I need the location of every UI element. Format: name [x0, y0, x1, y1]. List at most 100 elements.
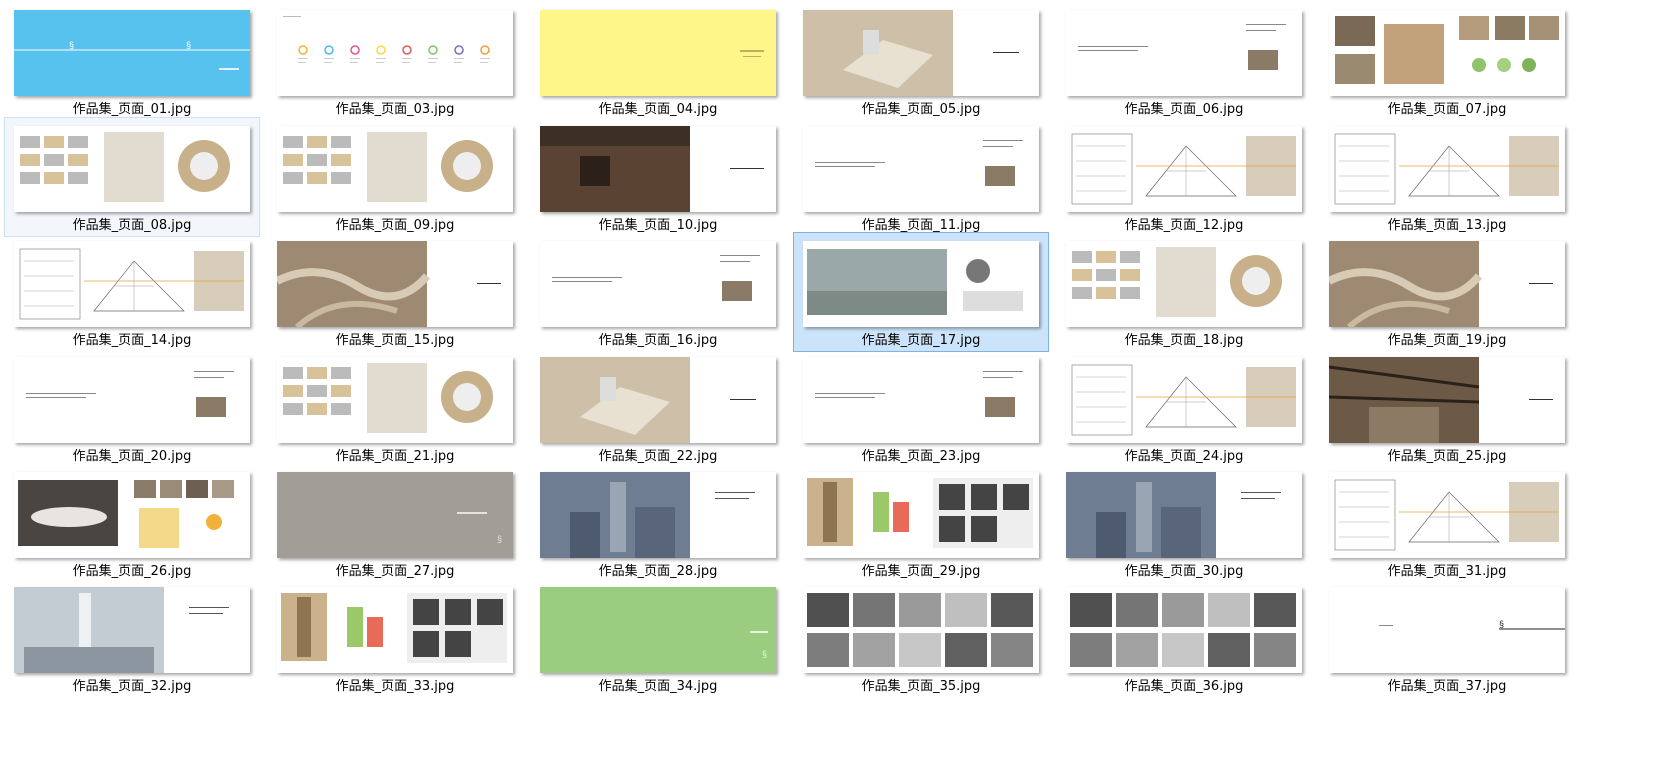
file-item[interactable]: 作品集_页面_10.jpg [530, 117, 786, 237]
file-item[interactable]: 作品集_页面_19.jpg [1319, 232, 1575, 352]
file-item[interactable]: 作品集_页面_05.jpg [793, 1, 1049, 121]
file-thumbnail[interactable] [803, 10, 1039, 96]
file-item[interactable]: 作品集_页面_32.jpg [4, 578, 260, 698]
file-item[interactable]: 作品集_页面_36.jpg [1056, 578, 1312, 698]
file-thumbnail[interactable] [277, 126, 513, 212]
file-thumbnail[interactable] [1329, 126, 1565, 212]
file-thumbnail[interactable] [14, 357, 250, 443]
file-name[interactable]: 作品集_页面_32.jpg [5, 675, 259, 694]
file-name[interactable]: 作品集_页面_24.jpg [1057, 445, 1311, 464]
file-item[interactable]: 作品集_页面_11.jpg [793, 117, 1049, 237]
file-thumbnail[interactable] [803, 126, 1039, 212]
file-item[interactable]: 作品集_页面_21.jpg [267, 348, 523, 468]
file-name[interactable]: 作品集_页面_31.jpg [1320, 560, 1574, 579]
file-name[interactable]: 作品集_页面_15.jpg [268, 329, 522, 348]
file-item[interactable]: 作品集_页面_31.jpg [1319, 463, 1575, 583]
file-thumbnail[interactable]: § [540, 587, 776, 673]
file-item[interactable]: 作品集_页面_08.jpg [4, 117, 260, 237]
file-thumbnail[interactable] [1066, 472, 1302, 558]
file-thumbnail[interactable] [1066, 241, 1302, 327]
file-name[interactable]: 作品集_页面_05.jpg [794, 98, 1048, 117]
file-name[interactable]: 作品集_页面_25.jpg [1320, 445, 1574, 464]
file-item[interactable]: 作品集_页面_25.jpg [1319, 348, 1575, 468]
file-item[interactable]: 作品集_页面_28.jpg [530, 463, 786, 583]
file-item[interactable]: § 作品集_页面_37.jpg [1319, 578, 1575, 698]
file-name[interactable]: 作品集_页面_07.jpg [1320, 98, 1574, 117]
file-name[interactable]: 作品集_页面_22.jpg [531, 445, 785, 464]
file-name[interactable]: 作品集_页面_03.jpg [268, 98, 522, 117]
file-name[interactable]: 作品集_页面_23.jpg [794, 445, 1048, 464]
file-item[interactable]: 作品集_页面_24.jpg [1056, 348, 1312, 468]
file-item[interactable]: 作品集_页面_26.jpg [4, 463, 260, 583]
file-item[interactable]: 作品集_页面_03.jpg [267, 1, 523, 121]
file-name[interactable]: 作品集_页面_21.jpg [268, 445, 522, 464]
file-thumbnail[interactable]: § § [14, 10, 250, 96]
file-thumbnail[interactable] [540, 10, 776, 96]
file-item[interactable]: § § 作品集_页面_01.jpg [4, 1, 260, 121]
file-thumbnail[interactable] [803, 357, 1039, 443]
file-name[interactable]: 作品集_页面_10.jpg [531, 214, 785, 233]
file-name[interactable]: 作品集_页面_29.jpg [794, 560, 1048, 579]
file-thumbnail[interactable] [277, 357, 513, 443]
file-item[interactable]: 作品集_页面_06.jpg [1056, 1, 1312, 121]
file-item[interactable]: 作品集_页面_20.jpg [4, 348, 260, 468]
file-thumbnail[interactable] [1329, 10, 1565, 96]
file-thumbnail[interactable]: § [1329, 587, 1565, 673]
file-name[interactable]: 作品集_页面_33.jpg [268, 675, 522, 694]
file-item[interactable]: § 作品集_页面_27.jpg [267, 463, 523, 583]
file-thumbnail[interactable] [540, 241, 776, 327]
file-name[interactable]: 作品集_页面_14.jpg [5, 329, 259, 348]
file-thumbnail[interactable] [14, 126, 250, 212]
file-item[interactable]: 作品集_页面_12.jpg [1056, 117, 1312, 237]
file-item[interactable]: 作品集_页面_16.jpg [530, 232, 786, 352]
file-name[interactable]: 作品集_页面_08.jpg [5, 214, 259, 233]
file-item[interactable]: 作品集_页面_33.jpg [267, 578, 523, 698]
file-item[interactable]: 作品集_页面_07.jpg [1319, 1, 1575, 121]
file-thumbnail[interactable] [540, 472, 776, 558]
file-name[interactable]: 作品集_页面_36.jpg [1057, 675, 1311, 694]
file-name[interactable]: 作品集_页面_18.jpg [1057, 329, 1311, 348]
file-item[interactable]: 作品集_页面_15.jpg [267, 232, 523, 352]
file-thumbnail[interactable] [1329, 357, 1565, 443]
file-item[interactable]: 作品集_页面_35.jpg [793, 578, 1049, 698]
file-name[interactable]: 作品集_页面_17.jpg [794, 329, 1048, 348]
file-thumbnail[interactable] [540, 126, 776, 212]
file-thumbnail[interactable] [803, 241, 1039, 327]
file-name[interactable]: 作品集_页面_30.jpg [1057, 560, 1311, 579]
file-name[interactable]: 作品集_页面_27.jpg [268, 560, 522, 579]
file-thumbnail[interactable] [1066, 587, 1302, 673]
file-name[interactable]: 作品集_页面_13.jpg [1320, 214, 1574, 233]
file-thumbnail[interactable] [1066, 357, 1302, 443]
file-item[interactable]: 作品集_页面_17.jpg [793, 232, 1049, 352]
file-name[interactable]: 作品集_页面_11.jpg [794, 214, 1048, 233]
file-item[interactable]: 作品集_页面_14.jpg [4, 232, 260, 352]
file-item[interactable]: 作品集_页面_23.jpg [793, 348, 1049, 468]
file-thumbnail[interactable] [14, 472, 250, 558]
file-thumbnail[interactable] [1329, 241, 1565, 327]
file-name[interactable]: 作品集_页面_28.jpg [531, 560, 785, 579]
file-item[interactable]: 作品集_页面_09.jpg [267, 117, 523, 237]
file-thumbnail[interactable] [803, 472, 1039, 558]
file-item[interactable]: 作品集_页面_29.jpg [793, 463, 1049, 583]
file-name[interactable]: 作品集_页面_37.jpg [1320, 675, 1574, 694]
file-thumbnail[interactable] [1329, 472, 1565, 558]
file-item[interactable]: 作品集_页面_13.jpg [1319, 117, 1575, 237]
file-thumbnail[interactable] [277, 10, 513, 96]
file-name[interactable]: 作品集_页面_06.jpg [1057, 98, 1311, 117]
file-name[interactable]: 作品集_页面_19.jpg [1320, 329, 1574, 348]
file-name[interactable]: 作品集_页面_26.jpg [5, 560, 259, 579]
file-thumbnail[interactable]: § [277, 472, 513, 558]
file-thumbnail[interactable] [277, 241, 513, 327]
file-name[interactable]: 作品集_页面_01.jpg [5, 98, 259, 117]
file-thumbnail[interactable] [14, 241, 250, 327]
file-item[interactable]: 作品集_页面_04.jpg [530, 1, 786, 121]
file-thumbnail[interactable] [277, 587, 513, 673]
file-item[interactable]: 作品集_页面_18.jpg [1056, 232, 1312, 352]
file-thumbnail[interactable] [540, 357, 776, 443]
file-thumbnail[interactable] [1066, 126, 1302, 212]
file-thumbnail[interactable] [14, 587, 250, 673]
file-thumbnail[interactable] [1066, 10, 1302, 96]
file-thumbnail[interactable] [803, 587, 1039, 673]
file-name[interactable]: 作品集_页面_04.jpg [531, 98, 785, 117]
file-name[interactable]: 作品集_页面_35.jpg [794, 675, 1048, 694]
